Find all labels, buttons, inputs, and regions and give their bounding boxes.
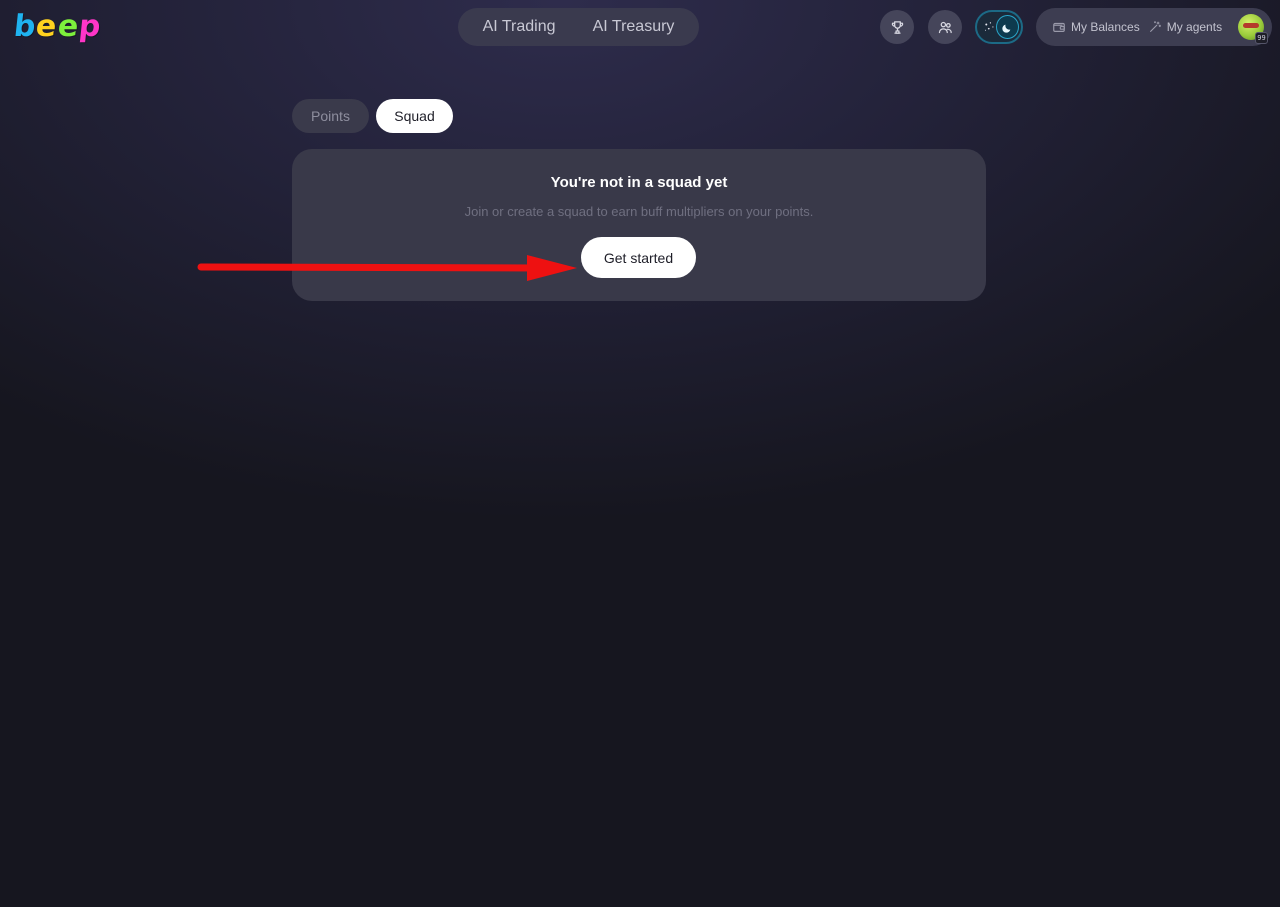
- moon-icon: [1002, 24, 1011, 33]
- theme-toggle[interactable]: [975, 10, 1023, 44]
- beep-logo[interactable]: b e e p: [12, 9, 102, 44]
- red-arrow-annotation: [197, 255, 577, 281]
- user-avatar[interactable]: 99: [1238, 14, 1268, 44]
- wallet-icon: [1053, 22, 1065, 32]
- logo-letter-e1: e: [34, 9, 58, 44]
- get-started-button[interactable]: Get started: [581, 237, 696, 278]
- my-agents-label: My agents: [1166, 20, 1223, 34]
- trophy-icon: [891, 20, 903, 34]
- my-balances-link[interactable]: My Balances: [1052, 20, 1140, 34]
- logo-letter-e2: e: [56, 9, 80, 44]
- card-subtitle: Join or create a squad to earn buff mult…: [464, 204, 814, 219]
- avatar-badge: 99: [1255, 32, 1268, 44]
- squad-button[interactable]: [928, 10, 962, 44]
- tab-points[interactable]: Points: [292, 99, 369, 133]
- my-agents-link[interactable]: My agents: [1148, 20, 1222, 34]
- logo-letter-b: b: [12, 9, 37, 44]
- theme-toggle-knob: [996, 15, 1019, 39]
- arrow-shaft: [197, 263, 539, 272]
- account-bar: My Balances My agents 99: [1036, 8, 1272, 46]
- tab-squad[interactable]: Squad: [376, 99, 453, 133]
- nav-ai-treasury[interactable]: AI Treasury: [583, 14, 685, 40]
- nav-ai-trading[interactable]: AI Trading: [473, 14, 566, 40]
- magic-wand-icon: [1149, 21, 1161, 32]
- arrow-head: [527, 255, 577, 281]
- card-title: You're not in a squad yet: [550, 174, 728, 191]
- people-icon: [938, 21, 952, 33]
- avatar-face: [1243, 23, 1259, 28]
- leaderboard-button[interactable]: [880, 10, 914, 44]
- main-nav: AI Trading AI Treasury: [458, 8, 699, 46]
- logo-letter-p: p: [77, 9, 102, 44]
- my-balances-label: My Balances: [1071, 20, 1140, 34]
- stars-icon: [984, 22, 994, 31]
